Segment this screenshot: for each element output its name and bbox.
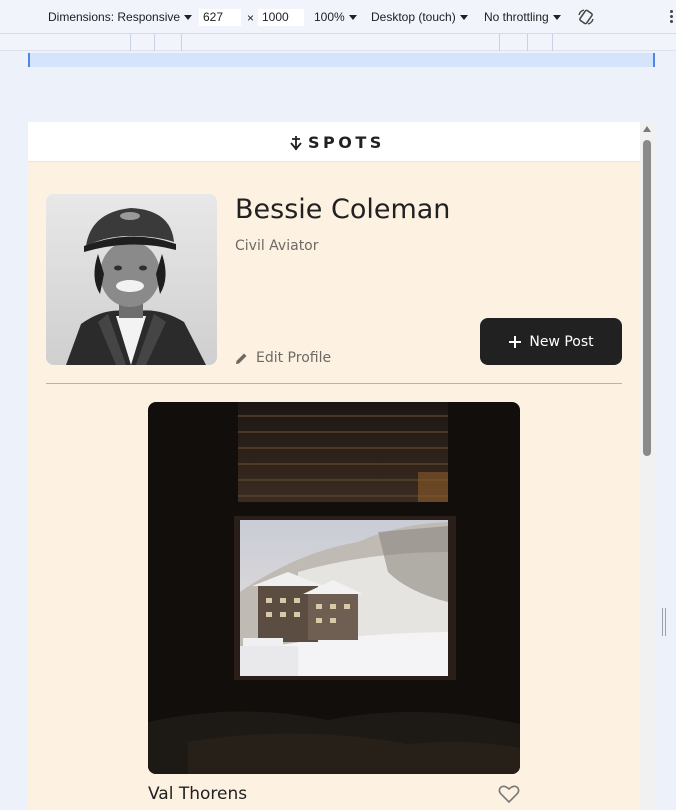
- device-type-dropdown[interactable]: Desktop (touch): [371, 10, 468, 24]
- plus-icon: [509, 335, 522, 348]
- profile-title: Civil Aviator: [235, 238, 319, 254]
- profile-name: Bessie Coleman: [235, 194, 451, 225]
- avatar: [46, 194, 217, 365]
- chevron-down-icon: [552, 15, 561, 20]
- scrollbar[interactable]: [640, 122, 655, 810]
- zoom-dropdown[interactable]: 100%: [314, 10, 357, 24]
- new-post-button[interactable]: New Post: [480, 318, 622, 365]
- scrollbar-thumb[interactable]: [643, 140, 651, 456]
- spots-logo-icon: [290, 135, 302, 150]
- kebab-icon[interactable]: [670, 10, 674, 25]
- edit-profile-label: Edit Profile: [256, 350, 332, 366]
- logo-text: SPOTS: [308, 133, 385, 152]
- scroll-up-arrow-icon[interactable]: [643, 126, 651, 132]
- width-input[interactable]: 627: [199, 9, 241, 26]
- rotate-icon[interactable]: [577, 8, 595, 26]
- divider: [46, 383, 622, 384]
- device-type-label: Desktop (touch): [371, 10, 456, 24]
- zoom-label: 100%: [314, 10, 345, 24]
- card-image[interactable]: [148, 402, 520, 774]
- chevron-down-icon: [459, 15, 468, 20]
- heart-outline-icon[interactable]: [498, 784, 520, 804]
- pencil-icon: [236, 353, 247, 364]
- site-logo[interactable]: SPOTS: [290, 133, 385, 152]
- chevron-down-icon: [184, 15, 193, 20]
- viewport-ruler: [28, 53, 655, 67]
- card-title: Val Thorens: [148, 784, 248, 804]
- times-symbol: ×: [247, 11, 255, 25]
- height-input[interactable]: 1000: [258, 9, 304, 26]
- devtools-toolbar: Dimensions: Responsive 627 × 1000 100% D…: [0, 0, 676, 34]
- site-header: SPOTS: [28, 122, 640, 162]
- dimensions-dropdown[interactable]: Dimensions: Responsive: [48, 10, 193, 24]
- page-viewport: SPOTS Bessie Coleman Civil Aviator Edit …: [28, 122, 655, 810]
- throttling-label: No throttling: [484, 10, 549, 24]
- resize-handle[interactable]: [662, 608, 668, 636]
- throttling-dropdown[interactable]: No throttling: [484, 10, 561, 24]
- dimensions-label: Dimensions: Responsive: [48, 10, 181, 24]
- new-post-label: New Post: [529, 333, 594, 350]
- media-query-bar: [0, 34, 676, 51]
- edit-profile-button[interactable]: Edit Profile: [235, 350, 331, 366]
- chevron-down-icon: [348, 15, 357, 20]
